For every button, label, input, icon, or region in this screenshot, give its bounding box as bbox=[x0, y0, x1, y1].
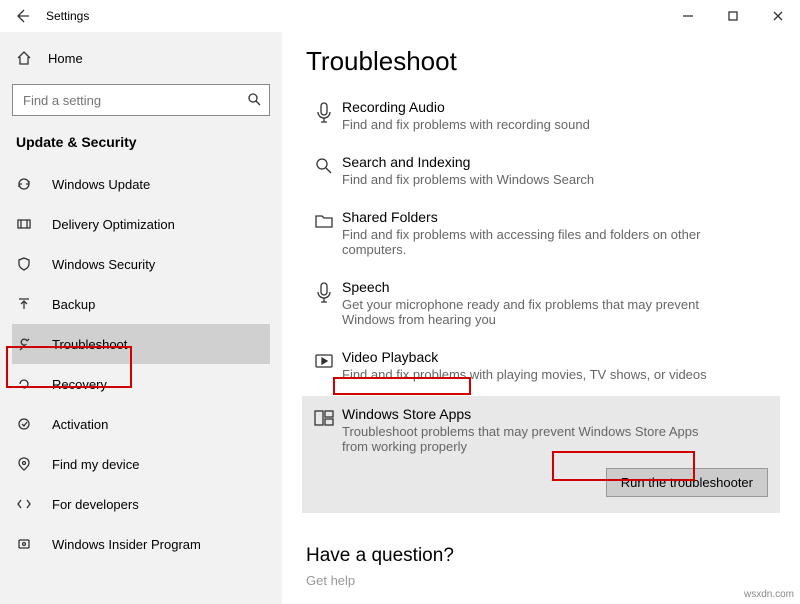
home-icon bbox=[16, 50, 32, 66]
troubleshoot-item-recording-audio[interactable]: Recording Audio Find and fix problems wi… bbox=[306, 91, 776, 146]
sidebar-item-label: Delivery Optimization bbox=[52, 217, 175, 232]
get-help-link[interactable]: Get help bbox=[306, 573, 776, 588]
maximize-button[interactable] bbox=[710, 0, 755, 32]
ts-desc: Find and fix problems with Windows Searc… bbox=[342, 172, 722, 187]
window-title: Settings bbox=[46, 9, 89, 23]
troubleshoot-item-shared-folders[interactable]: Shared Folders Find and fix problems wit… bbox=[306, 201, 776, 271]
sidebar-item-label: Find my device bbox=[52, 457, 139, 472]
troubleshoot-item-speech[interactable]: Speech Get your microphone ready and fix… bbox=[306, 271, 776, 341]
sidebar-item-windows-insider[interactable]: Windows Insider Program bbox=[12, 524, 270, 564]
minimize-button[interactable] bbox=[665, 0, 710, 32]
microphone-icon bbox=[314, 101, 334, 125]
ts-desc: Get your microphone ready and fix proble… bbox=[342, 297, 722, 327]
sidebar-item-activation[interactable]: Activation bbox=[12, 404, 270, 444]
search-field[interactable] bbox=[13, 85, 269, 115]
close-icon bbox=[773, 11, 783, 21]
troubleshoot-item-windows-store-apps[interactable]: Windows Store Apps Troubleshoot problems… bbox=[302, 396, 780, 513]
sidebar-item-label: Windows Update bbox=[52, 177, 150, 192]
search-icon bbox=[314, 156, 334, 176]
ts-desc: Find and fix problems with recording sou… bbox=[342, 117, 722, 132]
sidebar-item-label: Recovery bbox=[52, 377, 107, 392]
back-button[interactable] bbox=[10, 4, 34, 28]
maximize-icon bbox=[728, 11, 738, 21]
sidebar-item-label: Backup bbox=[52, 297, 95, 312]
sidebar-item-backup[interactable]: Backup bbox=[12, 284, 270, 324]
close-button[interactable] bbox=[755, 0, 800, 32]
sidebar-item-delivery-optimization[interactable]: Delivery Optimization bbox=[12, 204, 270, 244]
question-heading: Have a question? bbox=[306, 545, 776, 567]
search-icon bbox=[247, 92, 261, 106]
sidebar-item-recovery[interactable]: Recovery bbox=[12, 364, 270, 404]
activation-icon bbox=[16, 416, 32, 432]
page-title: Troubleshoot bbox=[306, 46, 776, 77]
sidebar-item-troubleshoot[interactable]: Troubleshoot bbox=[12, 324, 270, 364]
folder-icon bbox=[314, 211, 334, 231]
sidebar-item-for-developers[interactable]: For developers bbox=[12, 484, 270, 524]
location-icon bbox=[16, 456, 32, 472]
ts-title: Video Playback bbox=[342, 349, 776, 365]
sidebar-item-windows-security[interactable]: Windows Security bbox=[12, 244, 270, 284]
ts-title: Windows Store Apps bbox=[342, 406, 768, 422]
troubleshoot-item-search-indexing[interactable]: Search and Indexing Find and fix problem… bbox=[306, 146, 776, 201]
shield-icon bbox=[16, 256, 32, 272]
home-button[interactable]: Home bbox=[12, 40, 270, 76]
developer-icon bbox=[16, 496, 32, 512]
sync-icon bbox=[16, 176, 32, 192]
search-input[interactable] bbox=[12, 84, 270, 116]
ts-title: Shared Folders bbox=[342, 209, 776, 225]
watermark: wsxdn.com bbox=[744, 589, 794, 600]
home-label: Home bbox=[48, 51, 83, 66]
sidebar-item-windows-update[interactable]: Windows Update bbox=[12, 164, 270, 204]
ts-title: Search and Indexing bbox=[342, 154, 776, 170]
sidebar-item-label: For developers bbox=[52, 497, 139, 512]
troubleshoot-item-video-playback[interactable]: Video Playback Find and fix problems wit… bbox=[306, 341, 776, 396]
delivery-icon bbox=[16, 216, 32, 232]
apps-icon bbox=[313, 408, 335, 428]
section-title: Update & Security bbox=[12, 134, 270, 150]
ts-title: Recording Audio bbox=[342, 99, 776, 115]
insider-icon bbox=[16, 536, 32, 552]
ts-desc: Find and fix problems with playing movie… bbox=[342, 367, 722, 382]
microphone-icon bbox=[314, 281, 334, 305]
wrench-icon bbox=[16, 336, 32, 352]
arrow-left-icon bbox=[14, 8, 30, 24]
ts-desc: Troubleshoot problems that may prevent W… bbox=[342, 424, 722, 454]
ts-desc: Find and fix problems with accessing fil… bbox=[342, 227, 722, 257]
sidebar-item-find-my-device[interactable]: Find my device bbox=[12, 444, 270, 484]
run-troubleshooter-button[interactable]: Run the troubleshooter bbox=[606, 468, 768, 497]
sidebar-item-label: Troubleshoot bbox=[52, 337, 127, 352]
recovery-icon bbox=[16, 376, 32, 392]
sidebar-item-label: Activation bbox=[52, 417, 108, 432]
ts-title: Speech bbox=[342, 279, 776, 295]
minimize-icon bbox=[683, 11, 693, 21]
video-icon bbox=[314, 351, 334, 371]
sidebar-item-label: Windows Insider Program bbox=[52, 537, 201, 552]
backup-icon bbox=[16, 296, 32, 312]
sidebar-item-label: Windows Security bbox=[52, 257, 155, 272]
